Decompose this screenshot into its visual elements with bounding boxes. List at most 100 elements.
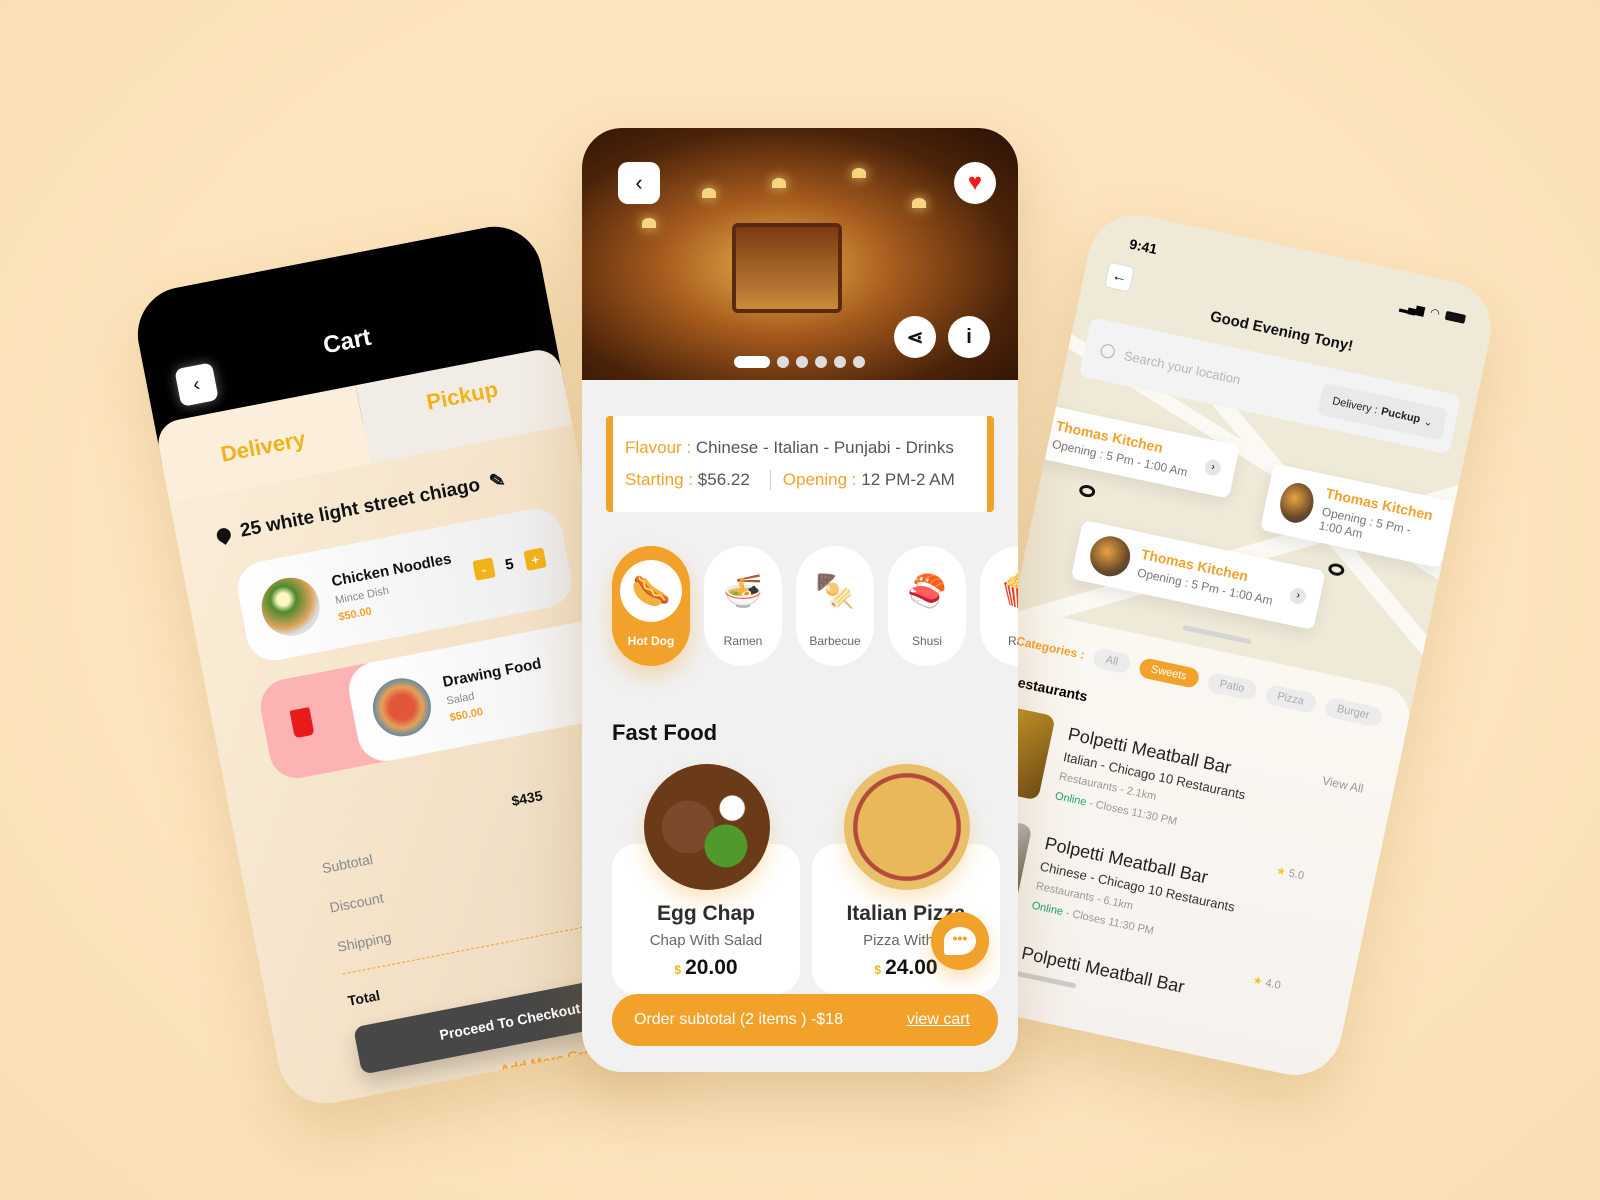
order-subtotal-text: Order subtotal (2 items ) -$18 — [634, 1011, 843, 1028]
location-pin-icon — [213, 524, 234, 545]
restaurant-avatar — [1086, 532, 1134, 580]
share-icon: ⋖ — [906, 326, 924, 349]
pagination-dot[interactable] — [796, 356, 808, 368]
food-price: $20.00 — [612, 956, 800, 980]
restaurant-avatar — [1276, 479, 1318, 526]
decrease-button[interactable]: - — [472, 557, 496, 581]
share-button[interactable]: ⋖ — [894, 316, 936, 358]
hot-dog-icon: 🌭 — [620, 560, 682, 622]
category-barbecue[interactable]: 🍢 Barbecue — [796, 546, 874, 666]
flavour-value: Chinese - Italian - Punjabi - Drinks — [695, 438, 954, 457]
chevron-right-icon[interactable]: › — [1288, 586, 1308, 606]
currency: $ — [874, 963, 882, 977]
category-label: Ran — [1007, 634, 1018, 648]
chip-burger[interactable]: Burger — [1323, 696, 1384, 728]
trash-icon — [289, 707, 315, 739]
pagination-dot[interactable] — [777, 356, 789, 368]
category-label: Hot Dog — [627, 634, 675, 648]
subtotal-label: Subtotal — [320, 850, 375, 877]
egg-chap-image — [644, 764, 770, 890]
flavour-label: Flavour : — [625, 438, 692, 457]
food-description: Chap With Salad — [649, 932, 763, 949]
restaurant-screen: ‹ ♥ ⋖ i Flavour : Chinese - Italian - Pu… — [582, 128, 1018, 1072]
closing-time: - Closes 11:30 PM — [1084, 796, 1179, 828]
view-cart-link[interactable]: view cart — [907, 1011, 970, 1029]
pagination-dot[interactable] — [734, 356, 770, 368]
edit-pencil-icon[interactable]: ✎ — [487, 469, 508, 495]
restaurant-photo[interactable]: ‹ ♥ ⋖ i — [582, 128, 1018, 380]
heart-icon: ♥ — [967, 169, 983, 196]
gallery-pagination[interactable] — [734, 356, 865, 368]
star-icon: ★ — [1251, 974, 1264, 989]
category-label: Barbecue — [809, 634, 861, 648]
food-card[interactable]: Egg Chap Chap With Salad $20.00 — [612, 764, 800, 994]
category-popcorn[interactable]: 🍿 Ran — [980, 546, 1018, 666]
search-input[interactable]: Search your location — [1123, 347, 1242, 386]
salad-image — [367, 673, 436, 742]
chevron-left-icon: ‹ — [635, 170, 643, 195]
opening-value: 12 PM-2 AM — [861, 470, 955, 489]
restaurant-info-card: Flavour : Chinese - Italian - Punjabi - … — [606, 416, 994, 512]
subtotal-value: $435 — [510, 787, 544, 809]
food-cart-image — [732, 223, 842, 313]
italian-pizza-image — [844, 764, 970, 890]
chat-button[interactable]: ••• — [931, 912, 989, 970]
rating-value: 4.0 — [1264, 977, 1282, 992]
info-icon: i — [966, 325, 972, 348]
category-label: Shusi — [911, 634, 943, 648]
categories-label: Categories : — [1015, 633, 1086, 662]
popcorn-icon: 🍿 — [988, 560, 1018, 622]
section-title: Fast Food — [612, 720, 718, 745]
category-hot-dog[interactable]: 🌭 Hot Dog — [612, 546, 690, 666]
starting-value: $56.22 — [697, 470, 750, 489]
chevron-right-icon[interactable]: › — [1203, 458, 1223, 478]
search-icon — [1099, 342, 1117, 360]
online-status: Online — [1030, 899, 1065, 919]
battery-icon — [1444, 310, 1467, 324]
pagination-dot[interactable] — [834, 356, 846, 368]
discount-label: Discount — [328, 889, 385, 916]
price-value: 24.00 — [885, 956, 938, 979]
sushi-icon: 🍣 — [907, 573, 947, 609]
barbecue-icon: 🍢 — [815, 573, 855, 609]
delivery-label: Delivery : — [1331, 395, 1379, 417]
opening-label: Opening : — [782, 470, 857, 489]
info-button[interactable]: i — [948, 316, 990, 358]
rating-value: 5.0 — [1287, 867, 1306, 883]
category-list: 🌭 Hot Dog 🍜 Ramen 🍢 Barbecue 🍣 Shusi 🍿 Ran — [612, 546, 1018, 666]
ramen-icon: 🍜 — [723, 573, 763, 609]
pagination-dot[interactable] — [815, 356, 827, 368]
chip-sweets[interactable]: Sweets — [1137, 656, 1201, 690]
delivery-value: Puckup — [1379, 405, 1422, 426]
currency: $ — [674, 963, 682, 977]
increase-button[interactable]: + — [523, 547, 547, 571]
wifi-icon: ◠ — [1428, 306, 1441, 321]
star-icon: ★ — [1274, 864, 1288, 879]
arrow-left-icon: ← — [1110, 266, 1129, 287]
chevron-down-icon: ⌄ — [1422, 415, 1435, 429]
starting-label: Starting : — [625, 470, 694, 489]
closing-time: - Closes 11:30 PM — [1061, 906, 1155, 938]
pagination-dot[interactable] — [853, 356, 865, 368]
order-subtotal-bar[interactable]: Order subtotal (2 items ) -$18 view cart — [612, 994, 998, 1046]
category-ramen[interactable]: 🍜 Ramen — [704, 546, 782, 666]
restaurant-status: Online - Closes 11:30 PM — [1031, 900, 1155, 938]
back-button[interactable]: ‹ — [618, 162, 660, 204]
quantity-value: 5 — [503, 555, 516, 574]
quantity-stepper: - 5 + — [472, 547, 547, 581]
shipping-label: Shipping — [335, 928, 393, 955]
category-sushi[interactable]: 🍣 Shusi — [888, 546, 966, 666]
chip-patio[interactable]: Patio — [1205, 671, 1259, 702]
online-status: Online — [1053, 790, 1088, 809]
food-name: Egg Chap — [657, 902, 755, 925]
chicken-noodles-image — [256, 572, 325, 641]
total-label: Total — [346, 986, 382, 1009]
restaurant-status: Online - Closes 11:30 PM — [1054, 790, 1178, 828]
restaurants-heading: Restaurants — [1006, 671, 1090, 705]
chat-bubble-icon: ••• — [944, 927, 976, 955]
chip-all[interactable]: All — [1092, 647, 1132, 675]
category-label: Ramen — [723, 634, 763, 648]
favorite-button[interactable]: ♥ — [954, 162, 996, 204]
price-value: 20.00 — [685, 956, 738, 979]
chip-pizza[interactable]: Pizza — [1263, 683, 1318, 714]
